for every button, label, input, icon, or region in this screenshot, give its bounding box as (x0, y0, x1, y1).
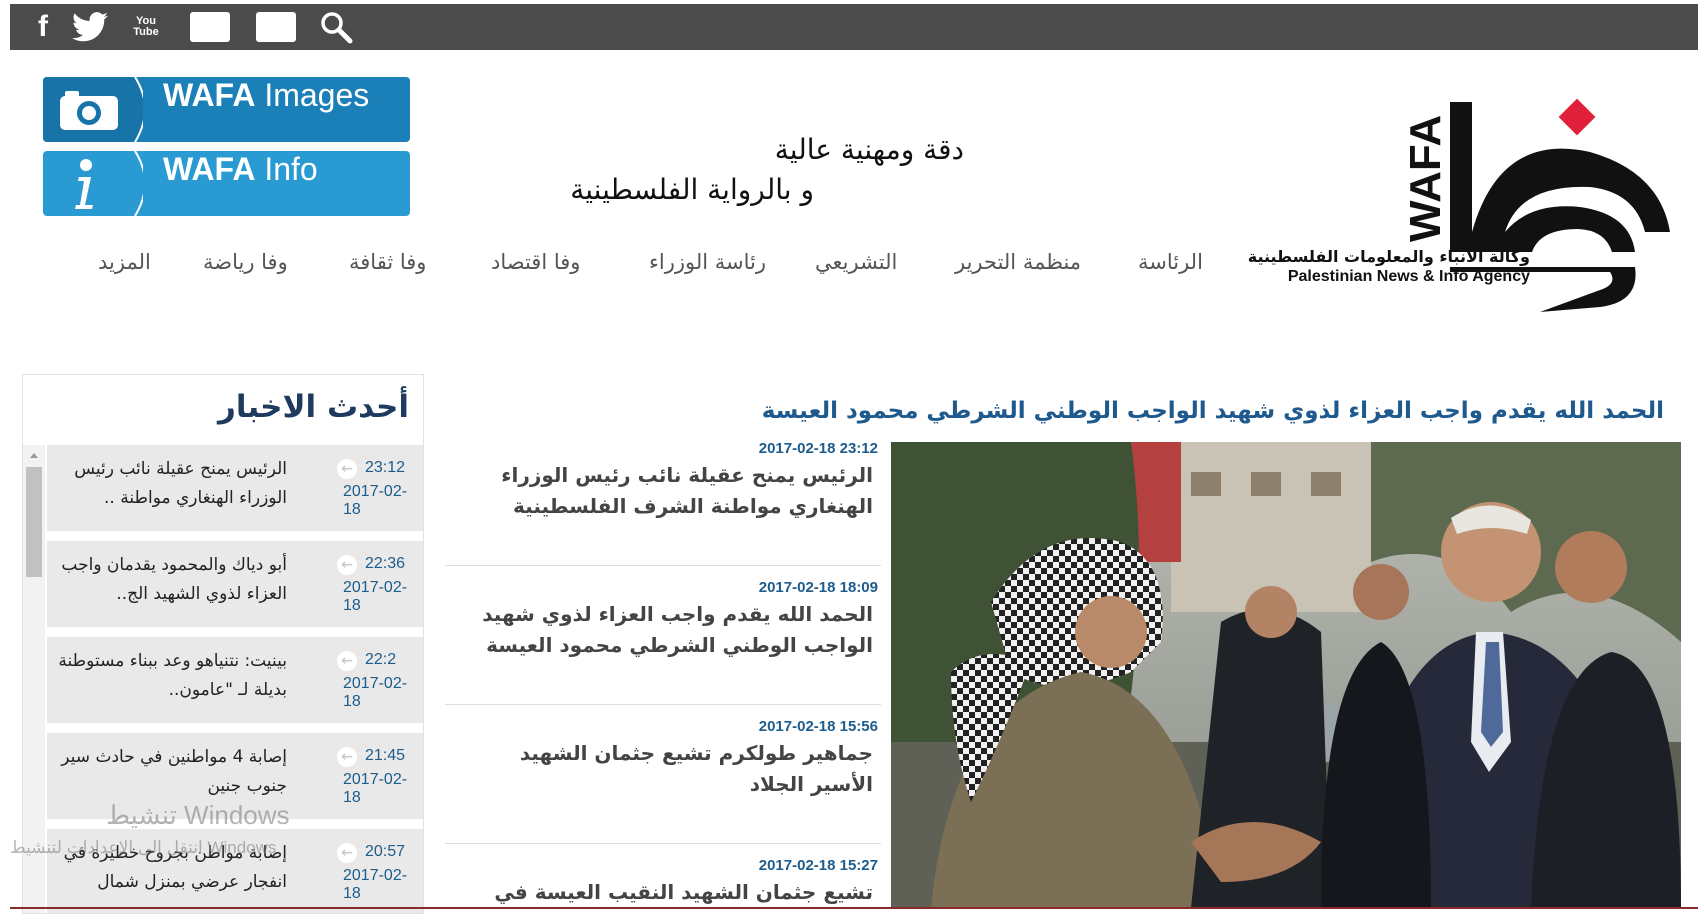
story-datetime: 2017-02-18 18:09 (758, 579, 878, 596)
youtube-icon[interactable]: You Tube (128, 12, 164, 42)
news-item-date: 2017-02-18 (343, 483, 408, 518)
divider (445, 704, 881, 705)
lead-headline[interactable]: الحمد الله يقدم واجب العزاء لذوي شهيد ال… (762, 398, 1664, 424)
news-item-title: أبو دياك والمحمود يقدمان واجب العزاء لذو… (61, 555, 287, 604)
news-list-item[interactable]: الرئيس يمنح عقيلة نائب رئيس الوزراء الهن… (47, 445, 423, 531)
story-item[interactable]: 2017-02-18 23:12 الرئيس يمنح عقيلة نائب … (445, 436, 881, 566)
story-datetime: 2017-02-18 15:56 (758, 718, 878, 735)
news-item-title: إصابة 4 مواطنين في حادث سير جنوب جنين (61, 747, 287, 796)
bottom-divider (10, 907, 1698, 909)
arrow-left-icon: ← (337, 459, 357, 479)
news-item-time: 21:45 (365, 747, 406, 764)
nav-item-plo[interactable]: منظمة التحرير (955, 250, 1081, 282)
news-item-time: 23:12 (365, 459, 406, 476)
nav-item-prime-ministry[interactable]: رئاسة الوزراء (649, 250, 766, 282)
wafa-images-label: WAFA Images (163, 77, 370, 113)
lang-en-button[interactable]: En (190, 12, 230, 42)
story-title: تشيع جثمان الشهيد النقيب العيسة في جنين (494, 880, 873, 904)
news-item-date: 2017-02-18 (343, 675, 408, 710)
nav-item-wafa-economy[interactable]: وفا اقتصاد (491, 250, 580, 282)
arrow-left-icon: ← (337, 651, 357, 671)
nav-item-legislative[interactable]: التشريعي (815, 250, 897, 282)
info-icon (75, 151, 143, 216)
news-item-title: الرئيس يمنح عقيلة نائب رئيس الوزراء الهن… (74, 459, 287, 508)
story-item[interactable]: 2017-02-18 18:09 الحمد الله يقدم واجب ال… (445, 575, 881, 705)
story-item[interactable]: 2017-02-18 15:56 جماهير طولكرم تشيع جثما… (445, 714, 881, 844)
wafa-logo-latin: WAFA (1401, 115, 1450, 242)
tagline: دقة ومهنية عالية و بالرواية الفلسطينية (524, 130, 964, 210)
story-title: الرئيس يمنح عقيلة نائب رئيس الوزراء الهن… (501, 463, 873, 518)
twitter-icon[interactable] (70, 12, 110, 42)
wafa-images-button[interactable]: WAFA Images (43, 77, 410, 142)
camera-icon (43, 77, 143, 142)
scrollbar-thumb[interactable] (26, 467, 42, 577)
windows-activation-hint: انتقل إلى الإعدادات لتنشيط Windows (10, 838, 277, 857)
news-item-time: 22:36 (365, 555, 406, 572)
latest-news-title: أحدث الاخبار (217, 389, 409, 425)
nav-item-wafa-sport[interactable]: وفا رياضة (203, 250, 288, 282)
youtube-line2: Tube (133, 26, 159, 38)
logo-arabic-name: وكالة الأنباء والمعلومات الفلسطينية (1247, 247, 1530, 266)
facebook-icon[interactable]: f (30, 10, 56, 43)
latest-news-panel: أحدث الاخبار الرئيس يمنح عقيلة نائب رئيس… (22, 374, 424, 914)
nav-item-presidency[interactable]: الرئاسة (1138, 250, 1203, 282)
arrow-left-icon: ← (337, 843, 357, 863)
tagline-line2: و بالرواية الفلسطينية (570, 173, 814, 206)
news-item-time: 22:2 (365, 651, 397, 668)
news-item-date: 2017-02-18 (343, 867, 408, 902)
wafa-info-button[interactable]: WAFA Info (43, 151, 410, 216)
scroll-up-icon[interactable] (30, 453, 38, 458)
news-item-time: 20:57 (365, 843, 406, 860)
arrow-left-icon: ← (337, 747, 357, 767)
lang-fr-button[interactable]: Fr (256, 12, 296, 42)
news-item-date: 2017-02-18 (343, 579, 408, 614)
divider (445, 565, 881, 566)
news-item-title: بينيت: نتنياهو وعد ببناء مستوطنة بديلة ل… (58, 651, 287, 700)
arrow-left-icon: ← (337, 555, 357, 575)
search-icon[interactable] (316, 12, 356, 44)
nav-item-wafa-culture[interactable]: وفا ثقافة (349, 250, 426, 282)
news-list-item[interactable]: بينيت: نتنياهو وعد ببناء مستوطنة بديلة ل… (47, 637, 423, 723)
divider (445, 843, 881, 844)
wafa-info-label: WAFA Info (163, 151, 318, 187)
story-item[interactable]: 2017-02-18 15:27 تشيع جثمان الشهيد النقي… (445, 853, 881, 909)
news-list-item[interactable]: أبو دياك والمحمود يقدمان واجب العزاء لذو… (47, 541, 423, 627)
lead-photo[interactable] (891, 442, 1681, 908)
story-title: جماهير طولكرم تشيع جثمان الشهيد الأسير ا… (519, 741, 873, 796)
tagline-line1: دقة ومهنية عالية (774, 133, 964, 166)
news-item-date: 2017-02-18 (343, 771, 408, 806)
story-title: الحمد الله يقدم واجب العزاء لذوي شهيد ال… (482, 602, 873, 657)
story-datetime: 2017-02-18 15:27 (758, 857, 878, 874)
nav-item-more[interactable]: المزيد (98, 250, 151, 282)
story-datetime: 2017-02-18 23:12 (758, 440, 878, 457)
top-bar: f You Tube En Fr (10, 4, 1698, 50)
windows-activation-watermark: تنشيط Windows (106, 800, 290, 830)
logo-english-name: Palestinian News & Info Agency (1287, 268, 1530, 285)
